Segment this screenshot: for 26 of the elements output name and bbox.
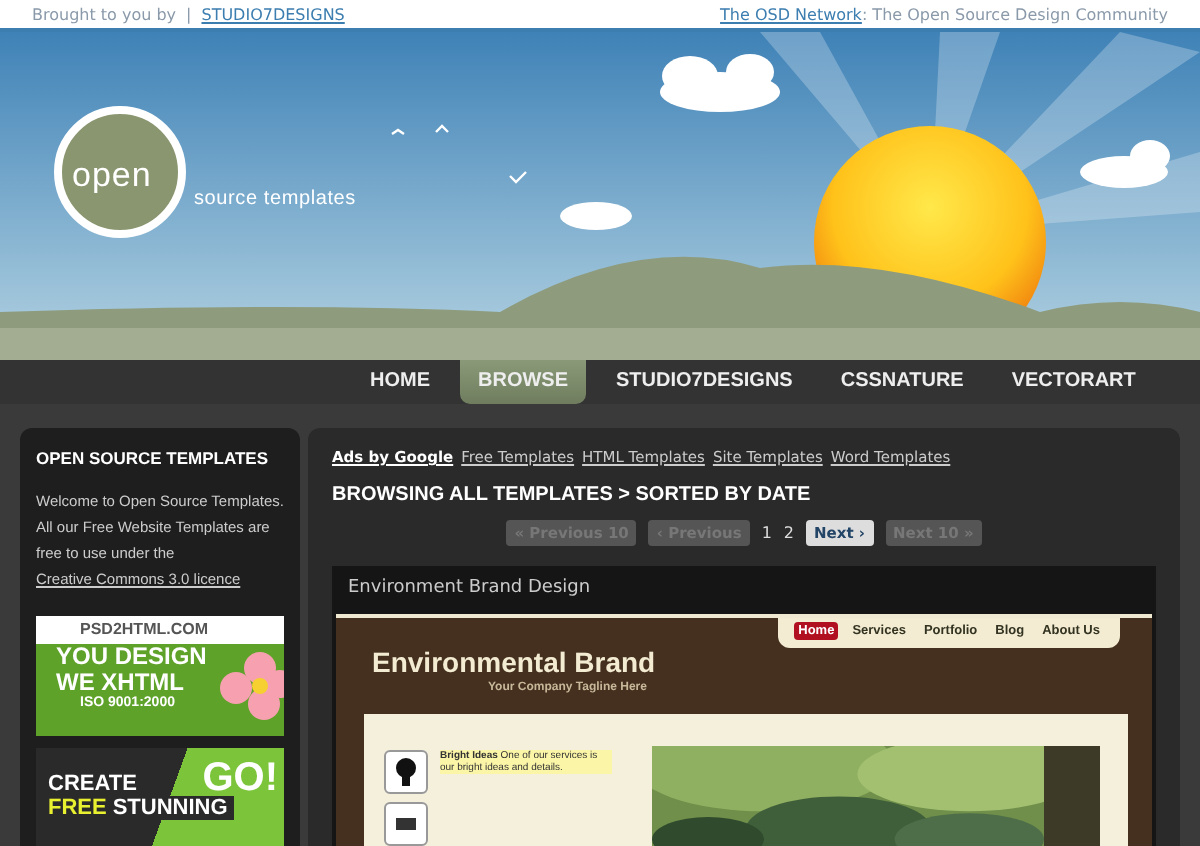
banner-text: STUNNING — [112, 796, 228, 820]
preview-brand: Environmental Brand — [372, 646, 656, 678]
banner-text: WE XHTML — [54, 670, 186, 696]
nav-tab[interactable]: CSSNATURE — [822, 360, 982, 404]
page-number[interactable]: 1 — [761, 524, 772, 542]
banner-text: GO! — [202, 756, 278, 800]
banner-text: CREATE — [48, 772, 143, 796]
nav-tab[interactable]: VECTORART — [993, 360, 1154, 404]
bulb-icon — [384, 750, 428, 794]
banner-text: FREE — [48, 796, 107, 820]
banner-text: PSD2HTML.COM — [78, 618, 210, 642]
network-link[interactable]: The OSD Network — [720, 5, 862, 23]
ad-banner[interactable]: CREATE FREE STUNNING GO! — [36, 748, 284, 846]
logo-tagline: source templates — [194, 188, 356, 210]
separator: | — [186, 5, 192, 23]
credit-text: Brought to you by — [32, 5, 177, 23]
network-text: : The Open Source Design Community — [861, 5, 1168, 23]
sidebar-title: OPEN SOURCE TEMPLATES — [36, 448, 271, 468]
nav-tab[interactable]: HOME — [352, 360, 448, 404]
nav-tab[interactable]: STUDIO7DESIGNS — [598, 360, 811, 404]
credit-link[interactable]: STUDIO7DESIGNS — [201, 5, 345, 23]
page-heading: BROWSING ALL TEMPLATES > SORTED BY DATE — [332, 484, 813, 506]
banner-text: YOU DESIGN — [54, 644, 209, 670]
logo-text: open — [72, 156, 152, 196]
template-title[interactable]: Environment Brand Design — [332, 566, 1156, 614]
page-number[interactable]: 2 — [783, 524, 794, 542]
